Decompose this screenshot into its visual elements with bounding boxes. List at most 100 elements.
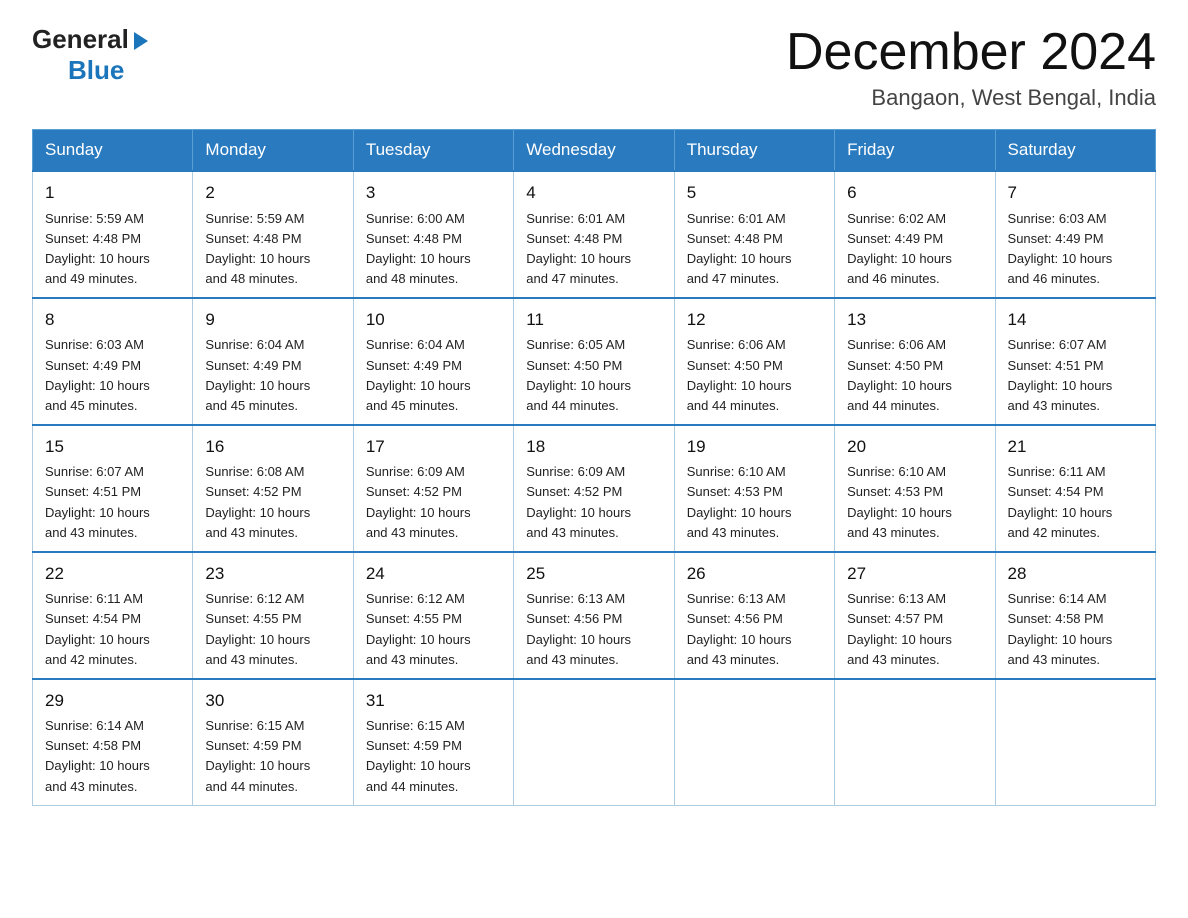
day-number: 11 xyxy=(526,307,663,333)
calendar-table: SundayMondayTuesdayWednesdayThursdayFrid… xyxy=(32,129,1156,806)
day-info: Sunrise: 6:08 AM Sunset: 4:52 PM Dayligh… xyxy=(205,462,342,543)
logo: General Blue xyxy=(32,24,148,86)
day-number: 4 xyxy=(526,180,663,206)
day-info: Sunrise: 6:00 AM Sunset: 4:48 PM Dayligh… xyxy=(366,209,503,290)
title-block: December 2024 Bangaon, West Bengal, Indi… xyxy=(786,24,1156,111)
day-cell: 15Sunrise: 6:07 AM Sunset: 4:51 PM Dayli… xyxy=(33,425,193,552)
day-number: 18 xyxy=(526,434,663,460)
day-number: 14 xyxy=(1008,307,1145,333)
day-cell: 9Sunrise: 6:04 AM Sunset: 4:49 PM Daylig… xyxy=(193,298,353,425)
day-number: 20 xyxy=(847,434,984,460)
logo-top: General xyxy=(32,24,148,55)
col-header-wednesday: Wednesday xyxy=(514,130,674,172)
day-cell: 6 Sunrise: 6:02 AM Sunset: 4:49 PM Daylig… xyxy=(835,171,995,298)
day-cell: 10Sunrise: 6:04 AM Sunset: 4:49 PM Dayli… xyxy=(353,298,513,425)
day-cell: 18Sunrise: 6:09 AM Sunset: 4:52 PM Dayli… xyxy=(514,425,674,552)
day-cell: 3 Sunrise: 6:00 AM Sunset: 4:48 PM Daylig… xyxy=(353,171,513,298)
day-cell: 25Sunrise: 6:13 AM Sunset: 4:56 PM Dayli… xyxy=(514,552,674,679)
day-info: Sunrise: 6:11 AM Sunset: 4:54 PM Dayligh… xyxy=(45,589,182,670)
day-number: 31 xyxy=(366,688,503,714)
day-info: Sunrise: 5:59 AM Sunset: 4:48 PM Dayligh… xyxy=(45,209,182,290)
day-info: Sunrise: 6:07 AM Sunset: 4:51 PM Dayligh… xyxy=(45,462,182,543)
col-header-thursday: Thursday xyxy=(674,130,834,172)
day-number: 30 xyxy=(205,688,342,714)
day-info: Sunrise: 6:05 AM Sunset: 4:50 PM Dayligh… xyxy=(526,335,663,416)
day-cell: 27Sunrise: 6:13 AM Sunset: 4:57 PM Dayli… xyxy=(835,552,995,679)
day-cell: 4 Sunrise: 6:01 AM Sunset: 4:48 PM Daylig… xyxy=(514,171,674,298)
day-info: Sunrise: 6:03 AM Sunset: 4:49 PM Dayligh… xyxy=(1008,209,1145,290)
day-info: Sunrise: 6:14 AM Sunset: 4:58 PM Dayligh… xyxy=(45,716,182,797)
day-cell: 21Sunrise: 6:11 AM Sunset: 4:54 PM Dayli… xyxy=(995,425,1155,552)
day-number: 17 xyxy=(366,434,503,460)
day-cell: 17Sunrise: 6:09 AM Sunset: 4:52 PM Dayli… xyxy=(353,425,513,552)
day-number: 7 xyxy=(1008,180,1145,206)
day-cell xyxy=(995,679,1155,805)
day-info: Sunrise: 6:07 AM Sunset: 4:51 PM Dayligh… xyxy=(1008,335,1145,416)
header-row: SundayMondayTuesdayWednesdayThursdayFrid… xyxy=(33,130,1156,172)
day-number: 27 xyxy=(847,561,984,587)
col-header-sunday: Sunday xyxy=(33,130,193,172)
day-number: 3 xyxy=(366,180,503,206)
location-title: Bangaon, West Bengal, India xyxy=(786,85,1156,111)
day-cell: 11Sunrise: 6:05 AM Sunset: 4:50 PM Dayli… xyxy=(514,298,674,425)
day-number: 26 xyxy=(687,561,824,587)
day-number: 13 xyxy=(847,307,984,333)
day-info: Sunrise: 5:59 AM Sunset: 4:48 PM Dayligh… xyxy=(205,209,342,290)
day-info: Sunrise: 6:13 AM Sunset: 4:57 PM Dayligh… xyxy=(847,589,984,670)
day-info: Sunrise: 6:04 AM Sunset: 4:49 PM Dayligh… xyxy=(205,335,342,416)
col-header-saturday: Saturday xyxy=(995,130,1155,172)
logo-general-text: General xyxy=(32,24,129,55)
day-cell: 5Sunrise: 6:01 AM Sunset: 4:48 PM Daylig… xyxy=(674,171,834,298)
day-cell: 13Sunrise: 6:06 AM Sunset: 4:50 PM Dayli… xyxy=(835,298,995,425)
day-number: 6 xyxy=(847,180,984,206)
day-cell xyxy=(835,679,995,805)
day-cell: 23Sunrise: 6:12 AM Sunset: 4:55 PM Dayli… xyxy=(193,552,353,679)
day-number: 23 xyxy=(205,561,342,587)
day-info: Sunrise: 6:03 AM Sunset: 4:49 PM Dayligh… xyxy=(45,335,182,416)
day-info: Sunrise: 6:06 AM Sunset: 4:50 PM Dayligh… xyxy=(687,335,824,416)
day-cell: 31Sunrise: 6:15 AM Sunset: 4:59 PM Dayli… xyxy=(353,679,513,805)
day-cell: 22Sunrise: 6:11 AM Sunset: 4:54 PM Dayli… xyxy=(33,552,193,679)
day-cell: 2 Sunrise: 5:59 AM Sunset: 4:48 PM Daylig… xyxy=(193,171,353,298)
day-cell xyxy=(514,679,674,805)
day-number: 25 xyxy=(526,561,663,587)
day-info: Sunrise: 6:09 AM Sunset: 4:52 PM Dayligh… xyxy=(526,462,663,543)
day-cell: 1 Sunrise: 5:59 AM Sunset: 4:48 PM Daylig… xyxy=(33,171,193,298)
day-info: Sunrise: 6:01 AM Sunset: 4:48 PM Dayligh… xyxy=(526,209,663,290)
day-info: Sunrise: 6:13 AM Sunset: 4:56 PM Dayligh… xyxy=(687,589,824,670)
day-info: Sunrise: 6:04 AM Sunset: 4:49 PM Dayligh… xyxy=(366,335,503,416)
day-cell: 20Sunrise: 6:10 AM Sunset: 4:53 PM Dayli… xyxy=(835,425,995,552)
day-number: 5 xyxy=(687,180,824,206)
day-number: 22 xyxy=(45,561,182,587)
day-number: 24 xyxy=(366,561,503,587)
week-row-2: 8Sunrise: 6:03 AM Sunset: 4:49 PM Daylig… xyxy=(33,298,1156,425)
logo-triangle-icon xyxy=(134,32,148,50)
day-number: 15 xyxy=(45,434,182,460)
day-info: Sunrise: 6:14 AM Sunset: 4:58 PM Dayligh… xyxy=(1008,589,1145,670)
col-header-friday: Friday xyxy=(835,130,995,172)
month-title: December 2024 xyxy=(786,24,1156,81)
day-cell: 8Sunrise: 6:03 AM Sunset: 4:49 PM Daylig… xyxy=(33,298,193,425)
day-cell: 24Sunrise: 6:12 AM Sunset: 4:55 PM Dayli… xyxy=(353,552,513,679)
day-info: Sunrise: 6:09 AM Sunset: 4:52 PM Dayligh… xyxy=(366,462,503,543)
day-cell: 7 Sunrise: 6:03 AM Sunset: 4:49 PM Daylig… xyxy=(995,171,1155,298)
day-number: 10 xyxy=(366,307,503,333)
day-number: 1 xyxy=(45,180,182,206)
week-row-5: 29Sunrise: 6:14 AM Sunset: 4:58 PM Dayli… xyxy=(33,679,1156,805)
day-cell: 28Sunrise: 6:14 AM Sunset: 4:58 PM Dayli… xyxy=(995,552,1155,679)
logo-blue-text: Blue xyxy=(68,55,124,86)
day-number: 19 xyxy=(687,434,824,460)
day-info: Sunrise: 6:15 AM Sunset: 4:59 PM Dayligh… xyxy=(205,716,342,797)
day-cell: 19Sunrise: 6:10 AM Sunset: 4:53 PM Dayli… xyxy=(674,425,834,552)
day-info: Sunrise: 6:10 AM Sunset: 4:53 PM Dayligh… xyxy=(847,462,984,543)
day-number: 8 xyxy=(45,307,182,333)
day-info: Sunrise: 6:10 AM Sunset: 4:53 PM Dayligh… xyxy=(687,462,824,543)
day-number: 2 xyxy=(205,180,342,206)
day-info: Sunrise: 6:11 AM Sunset: 4:54 PM Dayligh… xyxy=(1008,462,1145,543)
day-info: Sunrise: 6:02 AM Sunset: 4:49 PM Dayligh… xyxy=(847,209,984,290)
day-info: Sunrise: 6:12 AM Sunset: 4:55 PM Dayligh… xyxy=(205,589,342,670)
week-row-3: 15Sunrise: 6:07 AM Sunset: 4:51 PM Dayli… xyxy=(33,425,1156,552)
day-info: Sunrise: 6:06 AM Sunset: 4:50 PM Dayligh… xyxy=(847,335,984,416)
day-info: Sunrise: 6:13 AM Sunset: 4:56 PM Dayligh… xyxy=(526,589,663,670)
day-number: 29 xyxy=(45,688,182,714)
